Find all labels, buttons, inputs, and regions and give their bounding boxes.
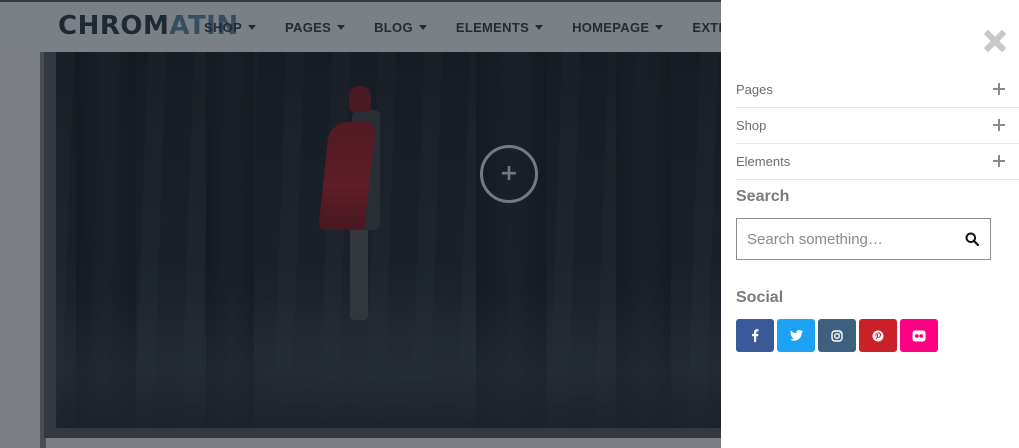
expand-plus-icon[interactable]	[993, 119, 1005, 131]
zoom-plus-button[interactable]: +	[480, 145, 538, 203]
expand-plus-icon[interactable]	[993, 83, 1005, 95]
menu-item-label: Pages	[736, 82, 773, 97]
caret-down-icon	[248, 24, 257, 30]
nav-label: ELEMENTS	[455, 19, 530, 35]
nav-item-elements[interactable]: ELEMENTS	[455, 19, 544, 35]
nav-label: SHOP	[204, 19, 243, 35]
caret-down-icon	[418, 24, 427, 30]
close-icon[interactable]	[984, 30, 1006, 52]
twitter-button[interactable]	[777, 319, 815, 352]
menu-item-shop[interactable]: Shop	[736, 108, 1019, 144]
plus-icon: +	[499, 161, 519, 186]
search-icon[interactable]	[965, 232, 980, 247]
main-nav: SHOP PAGES BLOG ELEMENTS HOMEPAGE EXTRAS	[204, 2, 790, 52]
social-heading: Social	[736, 289, 784, 306]
panel-menu: Pages Shop Elements	[736, 72, 1019, 180]
nav-label: PAGES	[285, 19, 332, 35]
menu-item-pages[interactable]: Pages	[736, 72, 1019, 108]
nav-item-homepage[interactable]: HOMEPAGE	[572, 19, 664, 35]
instagram-button[interactable]	[818, 319, 856, 352]
nav-label: HOMEPAGE	[572, 19, 650, 35]
hero-image[interactable]	[56, 52, 726, 428]
flickr-button[interactable]	[900, 319, 938, 352]
instagram-icon	[831, 329, 843, 342]
caret-down-icon	[655, 24, 664, 30]
logo-part-1: CHROM	[58, 11, 170, 41]
nav-label: BLOG	[374, 19, 413, 35]
expand-plus-icon[interactable]	[993, 155, 1005, 167]
caret-down-icon	[535, 24, 544, 30]
twitter-icon	[789, 330, 803, 341]
caret-down-icon	[337, 24, 346, 30]
menu-item-label: Elements	[736, 154, 791, 169]
flickr-icon	[912, 330, 926, 341]
social-links	[736, 319, 941, 352]
pinterest-button[interactable]	[859, 319, 897, 352]
search-box	[736, 218, 991, 260]
nav-item-blog[interactable]: BLOG	[374, 20, 427, 35]
nav-item-pages[interactable]: PAGES	[285, 19, 346, 35]
menu-item-elements[interactable]: Elements	[736, 144, 1019, 180]
menu-item-label: Shop	[736, 118, 767, 133]
ground-fog	[56, 288, 726, 428]
red-hood	[349, 86, 371, 112]
nav-item-shop[interactable]: SHOP	[204, 19, 257, 35]
search-heading: Search	[736, 188, 790, 205]
search-input[interactable]	[737, 219, 957, 259]
pinterest-icon	[872, 330, 884, 341]
facebook-button[interactable]	[736, 319, 774, 352]
facebook-icon	[752, 329, 759, 342]
